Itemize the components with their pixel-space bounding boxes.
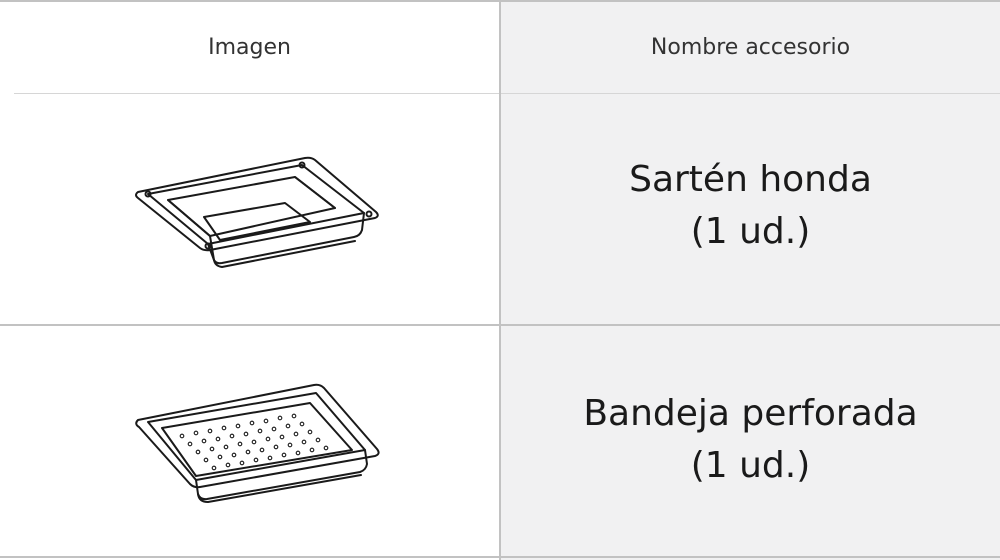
row-2-quantity: (1 ud.) (690, 445, 811, 486)
row-2-title: Bandeja perforada (583, 393, 918, 434)
image-column-header: Imagen (208, 35, 291, 60)
accessories-table: Imagen Nombre accesorio Sartén honda (1 … (0, 0, 1000, 560)
header-divider (14, 93, 1000, 94)
name-column-header: Nombre accesorio (650, 35, 851, 60)
row-1-title: Sartén honda (629, 159, 872, 200)
perforated-tray-icon (132, 380, 387, 509)
row-1-quantity: (1 ud.) (690, 211, 811, 252)
deep-pan-icon (130, 150, 385, 276)
row-1-name: Sartén honda (1 ud.) (501, 154, 1000, 258)
row-2-name: Bandeja perforada (1 ud.) (501, 388, 1000, 492)
